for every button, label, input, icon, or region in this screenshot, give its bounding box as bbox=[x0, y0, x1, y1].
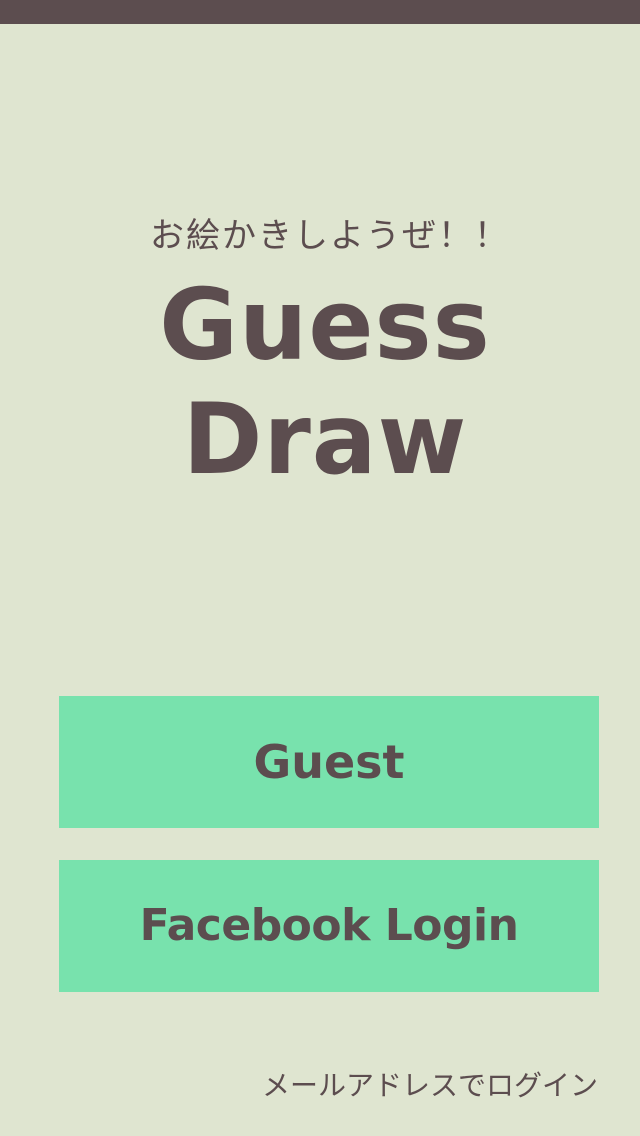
guest-button[interactable]: Guest bbox=[59, 696, 599, 828]
facebook-login-button[interactable]: Facebook Login bbox=[59, 860, 599, 992]
app-title: Guess Draw bbox=[159, 267, 491, 497]
tagline: お絵かきしようぜ！！ bbox=[150, 216, 510, 256]
status-bar bbox=[0, 0, 640, 24]
email-login-link[interactable]: メールアドレスでログイン bbox=[262, 1064, 598, 1104]
